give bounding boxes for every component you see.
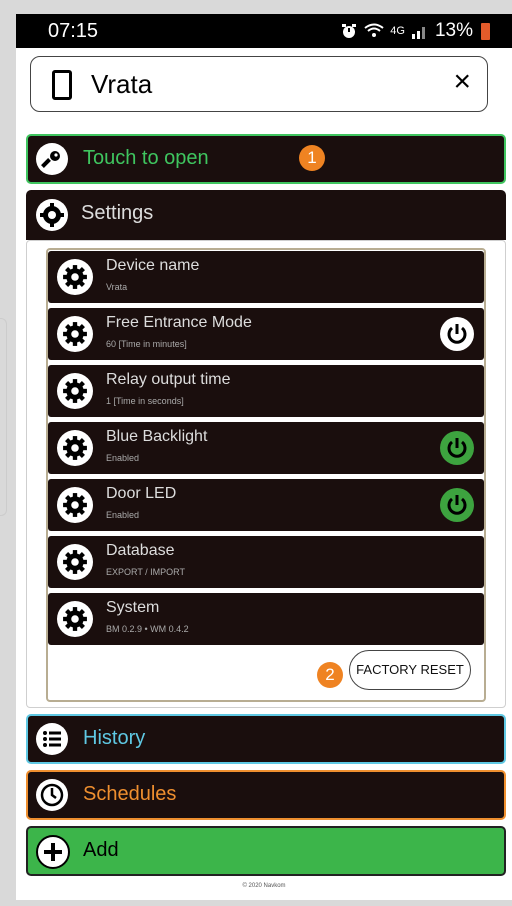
setting-database[interactable]: Database EXPORT / IMPORT (48, 536, 484, 588)
setting-subtitle: Enabled (106, 453, 140, 463)
history-button[interactable]: History (26, 714, 506, 764)
wifi-icon (364, 23, 384, 37)
status-icons: 4G 13% (340, 20, 490, 42)
device-header: Vrata × (30, 56, 488, 112)
settings-section-header[interactable]: Settings (26, 190, 506, 240)
edge-panel-handle[interactable] (0, 318, 7, 516)
setting-title: Free Entrance Mode (106, 314, 252, 331)
status-time: 07:15 (48, 20, 99, 42)
setting-subtitle: Enabled (106, 510, 140, 520)
marker-2: 2 (317, 662, 343, 688)
copyright-footer: © 2020 Navkom (242, 883, 286, 889)
close-button[interactable]: × (453, 67, 471, 97)
power-toggle-off[interactable] (440, 317, 474, 351)
gear-icon (57, 544, 93, 580)
setting-free-entrance-mode[interactable]: Free Entrance Mode 60 [Time in minutes] (48, 308, 484, 360)
setting-subtitle: EXPORT / IMPORT (106, 567, 186, 577)
alarm-icon (342, 24, 357, 38)
setting-device-name[interactable]: Device name Vrata (48, 251, 484, 303)
add-button[interactable]: Add (26, 826, 506, 876)
add-label: Add (83, 839, 119, 861)
gear-icon (57, 487, 93, 523)
setting-title: Blue Backlight (106, 428, 208, 445)
device-title: Vrata (91, 69, 153, 99)
setting-subtitle: Vrata (106, 282, 128, 292)
settings-gear-icon (36, 199, 68, 231)
gear-icon (57, 601, 93, 637)
history-label: History (83, 727, 146, 749)
gear-icon (57, 316, 93, 352)
touch-to-open-button[interactable]: Touch to open (26, 134, 506, 184)
battery-icon (481, 22, 490, 40)
gear-icon (57, 259, 93, 295)
setting-title: Device name (106, 257, 200, 274)
signal-icon (411, 27, 425, 39)
smartphone-icon (52, 70, 72, 100)
power-toggle-on[interactable] (440, 431, 474, 465)
status-bar: 07:15 4G 13% (16, 14, 512, 48)
setting-subtitle: 60 [Time in minutes] (106, 339, 187, 349)
setting-title: Door LED (106, 485, 177, 502)
setting-relay-output-time[interactable]: Relay output time 1 [Time in seconds] (48, 365, 484, 417)
setting-subtitle: BM 0.2.9 • WM 0.4.2 (106, 624, 189, 634)
setting-system[interactable]: System BM 0.2.9 • WM 0.4.2 (48, 593, 484, 645)
key-icon (36, 143, 68, 175)
settings-label: Settings (81, 202, 154, 224)
battery-percent: 13% (434, 20, 473, 41)
setting-blue-backlight[interactable]: Blue Backlight Enabled (48, 422, 484, 474)
schedules-label: Schedules (83, 783, 177, 805)
marker-1: 1 (299, 145, 325, 171)
setting-title: System (106, 599, 160, 616)
touch-to-open-label: Touch to open (83, 147, 209, 169)
list-icon (36, 723, 68, 755)
schedules-button[interactable]: Schedules (26, 770, 506, 820)
setting-door-led[interactable]: Door LED Enabled (48, 479, 484, 531)
power-icon (447, 495, 467, 515)
network-type: 4G (390, 25, 405, 37)
setting-title: Database (106, 542, 175, 559)
power-icon (447, 438, 467, 458)
power-toggle-on[interactable] (440, 488, 474, 522)
plus-icon (36, 835, 70, 869)
gear-icon (57, 430, 93, 466)
phone-screen: 07:15 4G 13% Vrata × Touch to open 1 Set… (16, 14, 512, 900)
factory-reset-button[interactable]: FACTORY RESET (349, 650, 471, 690)
setting-title: Relay output time (106, 371, 231, 388)
clock-icon (36, 779, 68, 811)
power-icon (447, 324, 467, 344)
setting-subtitle: 1 [Time in seconds] (106, 396, 184, 406)
gear-icon (57, 373, 93, 409)
